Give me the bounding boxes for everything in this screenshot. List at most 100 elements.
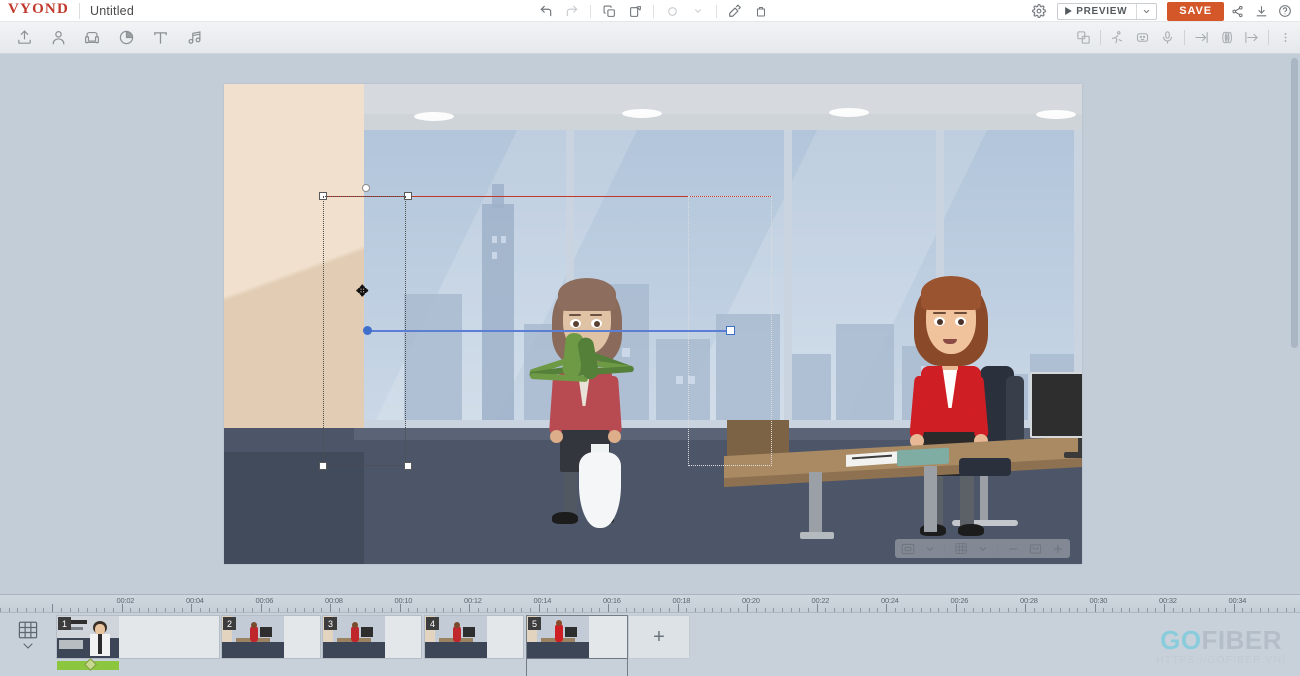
ruler-tick <box>121 604 123 612</box>
ruler-tick <box>191 604 193 612</box>
ruler-tick <box>173 608 175 612</box>
swap-image-icon[interactable] <box>1071 23 1096 53</box>
timecode-label: 00:30 <box>1089 596 1108 605</box>
redo-icon[interactable] <box>559 0 585 22</box>
timeline-scene-4[interactable]: 4 <box>424 615 524 659</box>
help-icon[interactable] <box>1274 0 1296 22</box>
ruler-tick <box>495 608 497 612</box>
ruler-tick <box>1216 608 1218 612</box>
motion-path-start-point[interactable] <box>363 326 372 335</box>
add-scene-button[interactable]: + <box>628 615 690 659</box>
zoom-out-button[interactable] <box>1003 541 1023 557</box>
ruler-tick <box>260 604 262 612</box>
ruler-tick <box>460 608 462 612</box>
zoom-in-button[interactable] <box>1048 541 1068 557</box>
ruler-tick <box>842 608 844 612</box>
ruler-tick <box>417 608 418 612</box>
ruler-tick <box>894 608 896 612</box>
ceiling-lamp <box>414 112 454 121</box>
building-window <box>492 236 497 243</box>
grid-button[interactable] <box>950 540 972 557</box>
timecode-label: 00:24 <box>881 596 899 605</box>
frame-chevron-down-icon[interactable] <box>921 542 939 556</box>
timeline-scene-2[interactable]: 2 <box>221 615 321 659</box>
hand-right <box>608 430 621 443</box>
scene-canvas[interactable]: ✥ <box>224 84 1082 564</box>
copy-icon[interactable] <box>596 0 622 22</box>
scene-number: 1 <box>58 617 71 630</box>
timeline-ruler[interactable]: 00:02 00:04 00:06 00:08 00:10 00:12 00:14 00:16… <box>0 595 1300 613</box>
ruler-tick <box>799 608 801 612</box>
action-icon[interactable] <box>1105 23 1130 53</box>
microphone-icon[interactable] <box>1155 23 1180 53</box>
chevron-down-icon[interactable] <box>685 0 711 22</box>
timeline-scene-3[interactable]: 3 <box>322 615 422 659</box>
grid-chevron-down-icon[interactable] <box>974 542 992 556</box>
move-cursor: ✥ <box>356 283 369 300</box>
audio-icon[interactable] <box>178 23 210 53</box>
paste-icon[interactable] <box>622 0 648 22</box>
rotation-handle[interactable] <box>362 184 370 192</box>
timecode-label: 00:10 <box>394 596 413 605</box>
share-icon[interactable] <box>1226 0 1248 22</box>
hair-front <box>558 278 616 311</box>
resize-handle-bottom-right[interactable] <box>404 462 412 470</box>
building-window <box>492 252 497 259</box>
ruler-tick <box>130 608 132 612</box>
ruler-tick <box>877 608 879 612</box>
scene-list-toggle[interactable] <box>14 621 42 661</box>
divider <box>79 2 80 19</box>
character-icon[interactable] <box>42 23 74 53</box>
timeline-scene-5[interactable]: 5 <box>526 615 628 659</box>
ruler-tick <box>999 608 1001 612</box>
exit-icon[interactable] <box>1239 23 1264 53</box>
ruler-tick <box>217 608 219 612</box>
props-icon[interactable] <box>76 23 108 53</box>
duplicate-icon[interactable] <box>659 0 685 22</box>
ruler-tick <box>564 608 566 612</box>
ruler-tick <box>434 608 436 612</box>
text-icon[interactable] <box>144 23 176 53</box>
timeline-scene-1[interactable]: 1 <box>56 615 220 659</box>
charts-icon[interactable] <box>110 23 142 53</box>
canvas-vertical-scrollbar[interactable] <box>1291 58 1298 348</box>
motion-path-end-point[interactable] <box>726 326 735 335</box>
ruler-tick <box>43 608 45 612</box>
motion-icon[interactable] <box>1214 23 1239 53</box>
document-title[interactable]: Untitled <box>90 4 134 18</box>
ruler-tick <box>165 608 167 612</box>
canvas-workspace[interactable]: ✥ <box>0 54 1300 594</box>
motion-path-line[interactable] <box>367 330 730 332</box>
timecode-label: 00:26 <box>950 596 969 605</box>
preview-button[interactable]: PREVIEW <box>1058 4 1136 19</box>
ruler-tick <box>0 608 1 612</box>
preview-chevron-down-icon[interactable] <box>1137 4 1156 19</box>
ruler-tick <box>573 608 575 612</box>
resize-handle-bottom-left[interactable] <box>319 462 327 470</box>
more-icon[interactable] <box>1273 23 1298 53</box>
save-button[interactable]: SAVE <box>1167 1 1224 21</box>
undo-icon[interactable] <box>533 0 559 22</box>
ceiling-lamp <box>1036 110 1076 119</box>
ruler-tick <box>1068 608 1070 612</box>
vyond-logo[interactable]: VYOND <box>0 2 69 17</box>
delete-icon[interactable] <box>748 0 774 22</box>
upload-icon[interactable] <box>8 23 40 53</box>
expression-icon[interactable] <box>1130 23 1155 53</box>
ruler-tick <box>1172 608 1174 612</box>
format-painter-icon[interactable] <box>722 0 748 22</box>
ruler-tick <box>1155 608 1157 612</box>
enter-icon[interactable] <box>1189 23 1214 53</box>
pupil <box>594 321 600 327</box>
ceiling-lamp <box>622 109 662 118</box>
ruler-tick <box>1259 608 1261 612</box>
ruler-tick <box>816 604 818 612</box>
ruler-tick <box>616 608 618 612</box>
settings-gear-icon[interactable] <box>1027 0 1051 22</box>
ruler-tick <box>243 608 245 612</box>
ruler-tick <box>1085 608 1087 612</box>
fit-to-screen-button[interactable] <box>1025 541 1046 557</box>
ruler-tick <box>1007 608 1009 612</box>
download-icon[interactable] <box>1250 0 1272 22</box>
frame-button[interactable] <box>897 541 919 557</box>
